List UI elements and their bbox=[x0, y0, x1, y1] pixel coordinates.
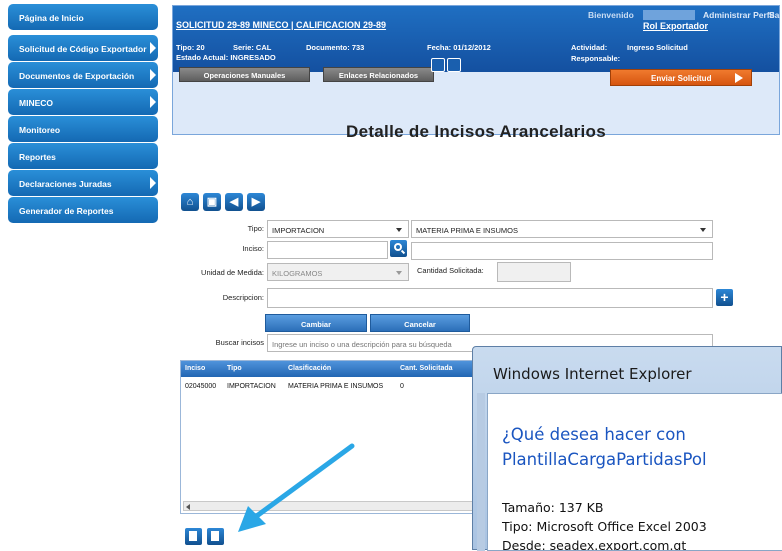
cambiar-button[interactable]: Cambiar bbox=[265, 314, 367, 332]
sidebar-item-declaraciones-juradas[interactable]: Declaraciones Juradas bbox=[8, 170, 158, 196]
actividad-value: Ingreso Solicitud bbox=[627, 43, 688, 52]
chevron-down-icon bbox=[396, 228, 402, 232]
sidebar-item-generador-reportes[interactable]: Generador de Reportes bbox=[8, 197, 158, 223]
solicitud-title: SOLICITUD 29-89 MINECO | CALIFICACION 29… bbox=[176, 20, 387, 30]
search-icon[interactable] bbox=[390, 240, 407, 257]
tipo-label: Tipo: bbox=[247, 224, 264, 233]
unidad-medida-select[interactable]: KILOGRAMOS bbox=[267, 263, 409, 281]
dialog-filename: PlantillaCargaPartidasPol bbox=[502, 450, 707, 469]
arrow-right-icon[interactable]: ▶ bbox=[247, 193, 265, 211]
sidebar-item-monitoreo[interactable]: Monitoreo bbox=[8, 116, 158, 142]
scroll-left-icon[interactable] bbox=[186, 504, 190, 510]
cell-cant-solicitada: 0 bbox=[400, 383, 404, 390]
dialog-left-scroll bbox=[477, 393, 485, 551]
cancelar-button[interactable]: Cancelar bbox=[370, 314, 470, 332]
chevron-right-icon bbox=[150, 42, 156, 54]
user-name-redacted bbox=[643, 10, 695, 20]
estado-field: Estado Actual: INGRESADO bbox=[176, 53, 276, 62]
dialog-file-source: Desde: seadex.export.com.gt bbox=[502, 538, 687, 550]
cantidad-solicitada-input[interactable] bbox=[497, 262, 571, 282]
chevron-down-icon bbox=[700, 228, 706, 232]
inciso-descripcion-display bbox=[411, 242, 713, 260]
admin-profile-link[interactable]: Administrar Perfil bbox=[703, 10, 774, 20]
info-icon[interactable] bbox=[431, 58, 445, 72]
column-header-inciso[interactable]: Inciso bbox=[185, 365, 205, 372]
table-row[interactable]: 02045000 IMPORTACION MATERIA PRIMA E INS… bbox=[181, 379, 485, 393]
dialog-file-size: Tamaño: 137 KB bbox=[502, 500, 604, 515]
solicitud-header: Bienvenido Administrar Perfil Sa SOLICIT… bbox=[172, 5, 780, 135]
chevron-right-icon bbox=[150, 96, 156, 108]
sidebar-item-reportes[interactable]: Reportes bbox=[8, 143, 158, 169]
column-header-clasificacion[interactable]: Clasificación bbox=[288, 365, 331, 372]
home-icon[interactable]: ⌂ bbox=[181, 193, 199, 211]
cantidad-solicitada-label: Cantidad Solicitada: bbox=[417, 266, 484, 275]
tipo-select[interactable]: IMPORTACION bbox=[267, 220, 409, 238]
sidebar-item-label: MINECO bbox=[19, 98, 53, 108]
sidebar-item-solicitud-codigo[interactable]: Solicitud de Código Exportador bbox=[8, 35, 158, 61]
role-label: Rol Exportador bbox=[643, 21, 709, 31]
cell-inciso: 02045000 bbox=[185, 383, 217, 390]
arrow-right-icon bbox=[735, 73, 743, 83]
sidebar-item-label: Solicitud de Código Exportador bbox=[19, 44, 147, 54]
column-header-tipo[interactable]: Tipo bbox=[227, 365, 242, 372]
dialog-file-type: Tipo: Microsoft Office Excel 2003 bbox=[502, 519, 707, 534]
enviar-solicitud-button[interactable]: Enviar Solicitud bbox=[610, 69, 752, 86]
inciso-label: Inciso: bbox=[242, 244, 264, 253]
tipo-clasificacion-select[interactable]: MATERIA PRIMA E INSUMOS bbox=[411, 220, 713, 238]
serie-field: Serie: CAL bbox=[233, 43, 272, 52]
page-title: Detalle de Incisos Arancelarios bbox=[346, 122, 606, 141]
cell-clasificacion: MATERIA PRIMA E INSUMOS bbox=[288, 383, 384, 390]
sidebar-item-label: Generador de Reportes bbox=[19, 206, 114, 216]
enlaces-relacionados-button[interactable]: Enlaces Relacionados bbox=[323, 67, 434, 82]
chevron-right-icon bbox=[150, 177, 156, 189]
sidebar-item-mineco[interactable]: MINECO bbox=[8, 89, 158, 115]
operaciones-manuales-button[interactable]: Operaciones Manuales bbox=[179, 67, 310, 82]
descripcion-input[interactable] bbox=[267, 288, 713, 308]
document-icon[interactable] bbox=[447, 58, 461, 72]
sidebar-item-label: Documentos de Exportación bbox=[19, 71, 135, 81]
admin-profile-overflow: Sa bbox=[769, 10, 780, 20]
chevron-right-icon bbox=[150, 69, 156, 81]
sidebar-item-documentos-exportacion[interactable]: Documentos de Exportación bbox=[8, 62, 158, 88]
add-icon[interactable]: + bbox=[716, 289, 733, 306]
sidebar: Página de Inicio Solicitud de Código Exp… bbox=[0, 0, 162, 550]
sidebar-item-pagina-inicio[interactable]: Página de Inicio bbox=[8, 4, 158, 30]
documento-field: Documento: 733 bbox=[306, 43, 365, 52]
dialog-question-line1: ¿Qué desea hacer con bbox=[502, 425, 686, 444]
table-header: Inciso Tipo Clasificación Cant. Solicita… bbox=[181, 361, 485, 377]
dialog-question: ¿Qué desea hacer con PlantillaCargaParti… bbox=[502, 422, 707, 472]
welcome-text: Bienvenido bbox=[588, 10, 634, 20]
header-band: Bienvenido Administrar Perfil Sa SOLICIT… bbox=[173, 6, 780, 82]
dialog-body: ¿Qué desea hacer con PlantillaCargaParti… bbox=[487, 393, 782, 551]
fecha-field: Fecha: 01/12/2012 bbox=[427, 43, 491, 52]
dialog-title: Windows Internet Explorer bbox=[493, 365, 692, 383]
tipo-field: Tipo: 20 bbox=[176, 43, 205, 52]
sidebar-item-label: Página de Inicio bbox=[19, 13, 84, 23]
sidebar-item-label: Declaraciones Juradas bbox=[19, 179, 112, 189]
unidad-medida-label: Unidad de Medida: bbox=[201, 268, 264, 277]
inciso-input[interactable] bbox=[267, 241, 388, 259]
descripcion-label: Descripcion: bbox=[222, 293, 264, 302]
arrow-left-icon[interactable]: ◀ bbox=[225, 193, 243, 211]
sidebar-item-label: Monitoreo bbox=[19, 125, 61, 135]
buscar-incisos-label: Buscar incisos bbox=[215, 338, 264, 347]
highlight-arrow-icon bbox=[238, 443, 355, 532]
save-icon[interactable]: ▣ bbox=[203, 193, 221, 211]
export-document-icon[interactable] bbox=[185, 528, 202, 545]
cell-tipo: IMPORTACION bbox=[227, 383, 276, 390]
export-excel-icon[interactable] bbox=[207, 528, 224, 545]
ie-download-dialog: Windows Internet Explorer ¿Qué desea hac… bbox=[472, 346, 782, 551]
actividad-label: Actividad: bbox=[571, 43, 608, 52]
chevron-down-icon bbox=[396, 271, 402, 275]
column-header-cant-solicitada[interactable]: Cant. Solicitada bbox=[400, 365, 453, 372]
responsable-label: Responsable: bbox=[571, 54, 621, 63]
sidebar-item-label: Reportes bbox=[19, 152, 56, 162]
